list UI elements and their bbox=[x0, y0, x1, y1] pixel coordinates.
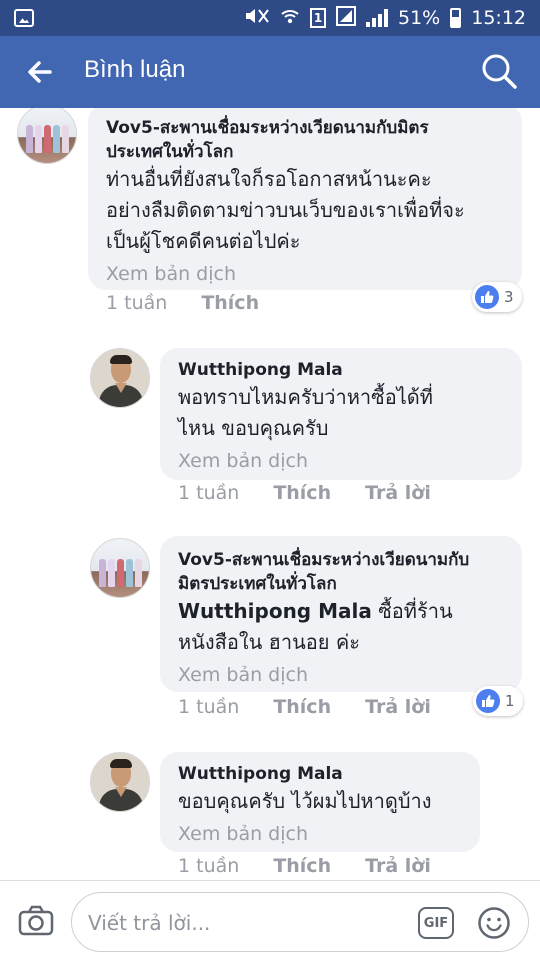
avatar[interactable] bbox=[90, 538, 150, 598]
camera-icon[interactable] bbox=[18, 903, 54, 939]
comment-bubble: Wutthipong Mala พอทราบไหมครับว่าหาซื้อได… bbox=[160, 348, 522, 480]
comment-text: พอทราบไหมครับว่าหาซื้อได้ที่ ไหน ขอบคุณค… bbox=[178, 385, 433, 440]
comment-bubble: Vov5-สะพานเชื่อมระหว่างเวียดนามกับมิตร ป… bbox=[88, 108, 522, 290]
page-title: Bình luận bbox=[84, 56, 186, 83]
avatar[interactable] bbox=[90, 348, 150, 408]
reply-input[interactable] bbox=[88, 909, 388, 937]
back-arrow-icon[interactable] bbox=[22, 56, 58, 88]
sim-indicator: 1 bbox=[310, 8, 326, 28]
comment-time: 1 tuần bbox=[178, 482, 240, 504]
reply-composer: GIF bbox=[0, 880, 540, 960]
like-button[interactable]: Thích bbox=[273, 482, 331, 504]
comment-bubble: Vov5-สะพานเชื่อมระหว่างเวียดนามกับ มิตรป… bbox=[160, 536, 522, 692]
reaction-count: 3 bbox=[504, 288, 514, 306]
wifi-icon bbox=[280, 6, 300, 31]
comment-meta: 1 tuần Thích Trả lời bbox=[178, 696, 431, 718]
comment-author[interactable]: Vov5-สะพานเชื่อมระหว่างเวียดนามกับมิตร ป… bbox=[106, 116, 504, 164]
comment-time: 1 tuần bbox=[106, 292, 168, 314]
like-button[interactable]: Thích bbox=[201, 292, 259, 314]
comment-author[interactable]: Wutthipong Mala bbox=[178, 358, 504, 382]
mute-icon bbox=[244, 6, 270, 31]
comments-list: Vov5-สะพานเชื่อมระหว่างเวียดนามกับมิตร ป… bbox=[0, 108, 540, 880]
comment-meta: 1 tuần Thích Trả lời bbox=[178, 482, 431, 504]
thumbs-up-icon bbox=[476, 689, 500, 713]
comment-author[interactable]: Vov5-สะพานเชื่อมระหว่างเวียดนามกับ มิตรป… bbox=[178, 548, 504, 596]
gallery-notification-icon bbox=[14, 9, 34, 27]
see-translation-link[interactable]: Xem bản dịch bbox=[106, 259, 504, 289]
smiley-icon[interactable] bbox=[477, 906, 511, 940]
see-translation-link[interactable]: Xem bản dịch bbox=[178, 446, 504, 476]
signal-box-icon bbox=[336, 5, 356, 31]
status-icons: 1 51% 15:12 bbox=[244, 0, 526, 36]
avatar[interactable] bbox=[90, 752, 150, 812]
reply-button[interactable]: Trả lời bbox=[365, 855, 431, 877]
see-translation-link[interactable]: Xem bản dịch bbox=[178, 660, 504, 690]
see-translation-link[interactable]: Xem bản dịch bbox=[178, 819, 462, 849]
comment-time: 1 tuần bbox=[178, 855, 240, 877]
reaction-count: 1 bbox=[505, 692, 515, 710]
search-icon[interactable] bbox=[480, 52, 518, 90]
comment-time: 1 tuần bbox=[178, 696, 240, 718]
reply-input-container: GIF bbox=[71, 892, 529, 952]
comment-meta: 1 tuần Thích bbox=[106, 292, 293, 314]
signal-bars-icon bbox=[366, 9, 388, 27]
status-bar: 1 51% 15:12 bbox=[0, 0, 540, 36]
avatar[interactable] bbox=[17, 108, 77, 164]
reply-button[interactable]: Trả lời bbox=[365, 696, 431, 718]
mention-link[interactable]: Wutthipong Mala bbox=[178, 599, 372, 623]
reaction-summary[interactable]: 3 bbox=[472, 282, 522, 312]
comment-text: ท่านอื่นที่ยังสนใจก็รอโอกาสหน้านะคะ อย่า… bbox=[106, 167, 465, 253]
reaction-summary[interactable]: 1 bbox=[473, 686, 523, 716]
comment-author[interactable]: Wutthipong Mala bbox=[178, 762, 462, 786]
thumbs-up-icon bbox=[475, 285, 499, 309]
like-button[interactable]: Thích bbox=[273, 855, 331, 877]
gif-button[interactable]: GIF bbox=[418, 907, 454, 939]
comment-bubble: Wutthipong Mala ขอบคุณครับ ไว้ผมไปหาดูบ้… bbox=[160, 752, 480, 852]
comment-text: Wutthipong Mala ซื้อที่ร้าน หนังสือใน ฮา… bbox=[178, 599, 453, 654]
clock: 15:12 bbox=[471, 7, 526, 29]
reply-button[interactable]: Trả lời bbox=[365, 482, 431, 504]
comment-meta: 1 tuần Thích Trả lời bbox=[178, 855, 431, 877]
battery-percent: 51% bbox=[398, 7, 441, 29]
comment-text: ขอบคุณครับ ไว้ผมไปหาดูบ้าง bbox=[178, 789, 432, 813]
battery-icon bbox=[450, 8, 462, 28]
like-button[interactable]: Thích bbox=[273, 696, 331, 718]
app-bar: Bình luận bbox=[0, 36, 540, 108]
